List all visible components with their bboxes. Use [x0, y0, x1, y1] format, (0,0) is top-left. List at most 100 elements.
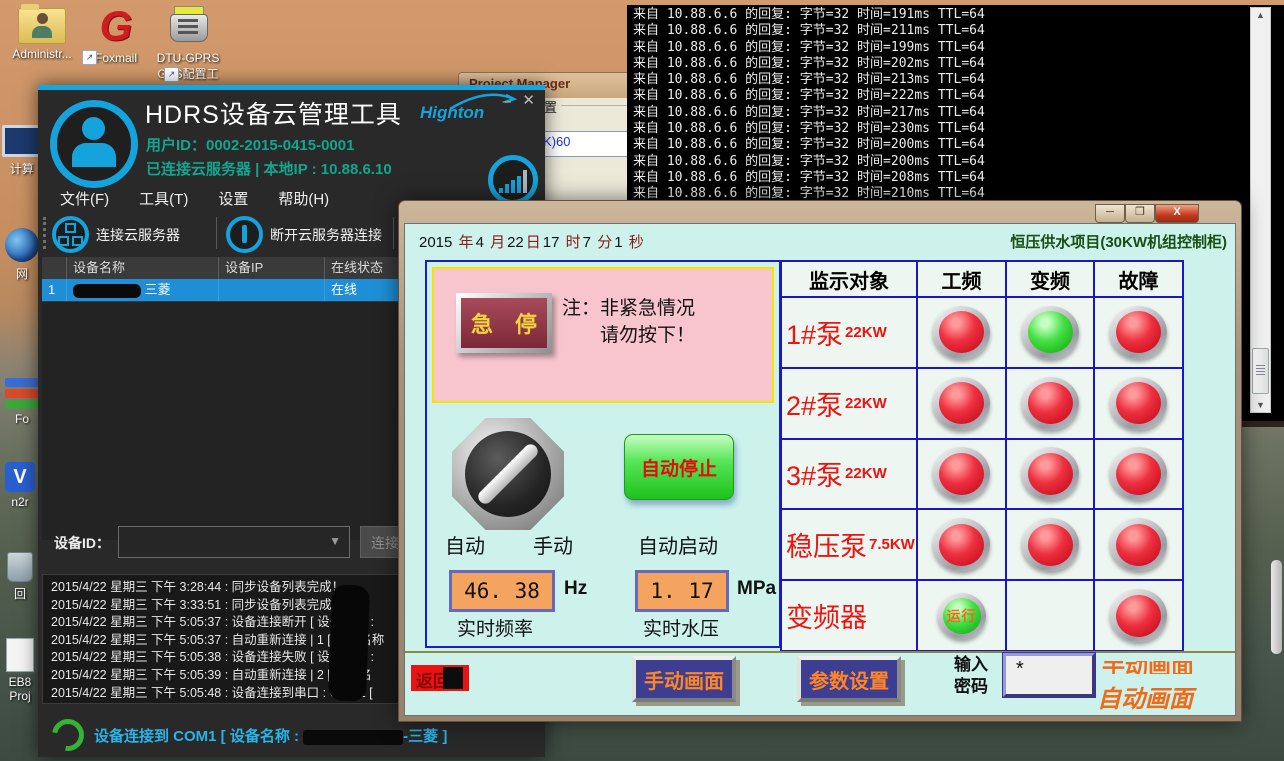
pump-name-cell: 变频器	[782, 581, 916, 650]
auto-label: 自动	[445, 530, 485, 559]
icon-label-2: GPS配置工	[152, 65, 224, 82]
archive-icon	[5, 378, 39, 409]
menu-help[interactable]: 帮助(H)	[278, 188, 329, 209]
ghost-auto-text: 自动画面	[1097, 679, 1193, 714]
red-indicator-lamp[interactable]	[933, 447, 990, 500]
redaction	[443, 667, 463, 689]
red-indicator-lamp[interactable]	[1110, 518, 1167, 571]
pump-name-cell: 稳压泵7.5KW	[782, 510, 916, 579]
date-unit: 年	[457, 234, 476, 251]
shortcut-arrow-icon: ↗	[82, 50, 97, 65]
recycle-bin-icon	[7, 552, 33, 582]
scroll-down-icon[interactable]: ▼	[1251, 400, 1270, 410]
minimize-button[interactable]: –	[503, 93, 511, 110]
control-panel: 急 停 注：非紧急情况 请勿按下！ 自动 手动 自动停止 自动启动 46. 38…	[425, 260, 781, 648]
desktop-icon-administrator[interactable]: Administr...	[6, 8, 78, 61]
ping-line: 来自 10.88.6.6 的回复: 字节=32 时间=202ms TTL=64	[627, 56, 1284, 72]
lamp-cell	[918, 298, 1005, 367]
manual-screen-button[interactable]: 手动画面	[632, 656, 736, 702]
red-indicator-lamp[interactable]	[1022, 447, 1079, 500]
menu-settings[interactable]: 设置	[218, 188, 248, 209]
disconnect-cloud-button[interactable]: 断开云服务器连接	[226, 216, 382, 253]
shortcut-arrow-icon: ↗	[164, 67, 179, 82]
date-number: 17	[543, 234, 564, 251]
date-unit: 月	[488, 234, 507, 251]
red-indicator-lamp[interactable]	[1022, 377, 1079, 430]
table-header-cell: 监示对象	[782, 262, 916, 296]
desktop-icon-dtu-gprs[interactable]: ↗ DTU-GPRS GPS配置工	[152, 6, 224, 82]
lamp-cell	[1007, 510, 1093, 579]
date-unit: 时	[564, 234, 583, 251]
run-text: 运行	[947, 606, 977, 626]
close-button[interactable]: X	[1155, 204, 1199, 223]
document-icon	[6, 638, 34, 672]
knob-labels: 自动 手动	[445, 530, 573, 559]
minimize-button[interactable]: ─	[1095, 204, 1125, 223]
redaction	[303, 730, 403, 745]
red-indicator-lamp[interactable]	[1110, 589, 1167, 642]
close-button[interactable]: ✕	[522, 91, 535, 109]
emergency-stop-button[interactable]: 急 停	[456, 293, 552, 353]
hmi-screen: 2015 年4 月22日17 时7 分1 秒 恒压供水项目(30KW机组控制柜)…	[404, 223, 1236, 716]
v-app-icon: V	[5, 462, 35, 492]
hdrs-accent-bar	[38, 85, 545, 90]
red-indicator-lamp[interactable]	[933, 377, 990, 430]
connection-status-text: 已连接云服务器 | 本地IP : 10.88.6.10	[146, 158, 392, 179]
icon-label: DTU-GPRS	[152, 51, 224, 65]
network-icon	[52, 216, 89, 253]
connect-cloud-button[interactable]: 连接云服务器	[52, 216, 180, 253]
red-indicator-lamp[interactable]	[1110, 306, 1167, 359]
manual-label: 手动	[533, 530, 573, 559]
device-id-combobox[interactable]: ▼	[118, 526, 350, 558]
ping-line: 来自 10.88.6.6 的回复: 字节=32 时间=211ms TTL=64	[627, 23, 1284, 39]
power-icon	[226, 216, 263, 253]
back-button[interactable]: 返回	[411, 665, 469, 691]
icon-label: Administr...	[6, 47, 78, 61]
background-scrollbar[interactable]	[1271, 560, 1282, 654]
chevron-down-icon: ▼	[329, 534, 341, 548]
ping-line: 来自 10.88.6.6 的回复: 字节=32 时间=200ms TTL=64	[627, 154, 1284, 170]
project-title: 恒压供水项目(30KW机组控制柜)	[1010, 231, 1227, 252]
red-indicator-lamp[interactable]	[1110, 377, 1167, 430]
status-text: 设备连接到 COM1 [ 设备名称 : -三菱 ]	[94, 725, 447, 746]
red-indicator-lamp[interactable]	[1110, 447, 1167, 500]
green-indicator-lamp[interactable]	[1022, 306, 1079, 359]
lamp-cell	[1095, 369, 1182, 438]
datetime-text: 2015 年4 月22日17 时7 分1 秒	[419, 231, 646, 252]
lamp-cell	[918, 440, 1005, 509]
password-input[interactable]: *	[1003, 653, 1095, 697]
desktop: Administr... G ↗ Foxmail ↗ DTU-GPRS GPS配…	[0, 0, 1284, 761]
connector-icon	[170, 6, 206, 48]
date-number: 7	[583, 234, 596, 251]
red-indicator-lamp[interactable]	[933, 306, 990, 359]
device-id-label: 设备ID：	[54, 533, 110, 553]
ping-line: 来自 10.88.6.6 的回复: 字节=32 时间=200ms TTL=64	[627, 137, 1284, 153]
folder-user-icon	[18, 8, 66, 44]
pump-name-cell: 1#泵22KW	[782, 298, 916, 367]
maximize-button[interactable]: ❐	[1125, 204, 1155, 223]
auto-stop-button[interactable]: 自动停止	[624, 434, 734, 500]
lamp-cell	[1095, 440, 1182, 509]
hmi-window: ─ ❐ X 2015 年4 月22日17 时7 分1 秒 恒压供水项目(30KW…	[398, 200, 1242, 722]
param-settings-button[interactable]: 参数设置	[797, 656, 901, 702]
lamp-cell: 运行	[918, 581, 1005, 650]
red-indicator-lamp[interactable]	[933, 518, 990, 571]
redaction	[73, 284, 141, 298]
auto-manual-knob[interactable]	[452, 418, 564, 530]
menu-file[interactable]: 文件(F)	[60, 188, 109, 209]
pump-name-cell: 2#泵22KW	[782, 369, 916, 438]
date-number: 2015	[419, 234, 457, 251]
scroll-thumb[interactable]	[1252, 348, 1269, 394]
desktop-icon-foxmail[interactable]: G ↗ Foxmail	[80, 4, 152, 65]
toolbar-grip[interactable]	[43, 217, 46, 249]
ping-line: 来自 10.88.6.6 的回复: 字节=32 时间=217ms TTL=64	[627, 105, 1284, 121]
user-avatar-icon	[50, 100, 138, 188]
red-indicator-lamp[interactable]	[1022, 518, 1079, 571]
menubar: 文件(F) 工具(T) 设置 帮助(H)	[60, 188, 329, 209]
scroll-up-icon[interactable]: ▲	[1251, 10, 1270, 20]
user-id-text: 用户ID：0002-2015-0415-0001	[146, 134, 354, 155]
run-indicator-lamp[interactable]: 运行	[938, 593, 986, 639]
lamp-cell	[1007, 440, 1093, 509]
menu-tools[interactable]: 工具(T)	[139, 188, 188, 209]
console-scrollbar[interactable]: ▲ ▼	[1250, 7, 1271, 413]
